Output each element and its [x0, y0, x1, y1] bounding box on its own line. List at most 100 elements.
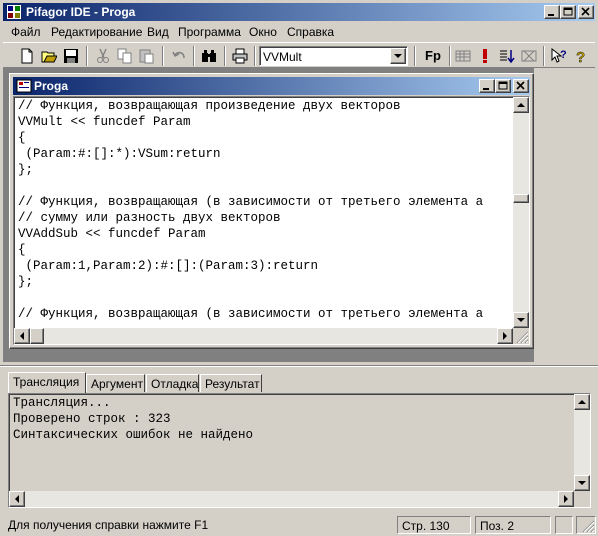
- code-line[interactable]: {: [18, 242, 512, 258]
- menu-window[interactable]: Окно: [249, 25, 277, 39]
- paste-button[interactable]: [136, 46, 158, 66]
- output-horizontal-scrollbar[interactable]: [9, 491, 574, 507]
- size-grip[interactable]: [513, 328, 529, 344]
- function-select[interactable]: VVMult: [259, 46, 408, 66]
- code-line[interactable]: (Param:1,Param:2):#:[]:(Param:3):return: [18, 258, 512, 274]
- output-scroll-left-button[interactable]: [9, 491, 25, 507]
- maximize-icon: [498, 81, 508, 90]
- arrow-right-icon: [564, 495, 568, 503]
- code-line[interactable]: (Param:#:[]:*):VSum:return: [18, 146, 512, 162]
- stop-grid-button[interactable]: [518, 46, 540, 66]
- code-line[interactable]: [18, 290, 512, 306]
- cut-icon: [97, 48, 109, 63]
- minimize-button[interactable]: [544, 5, 560, 19]
- cut-button[interactable]: [92, 46, 114, 66]
- new-file-icon: [21, 48, 33, 64]
- code-editor[interactable]: // Функция, возвращающая произведение дв…: [13, 96, 530, 345]
- save-button[interactable]: [60, 46, 82, 66]
- close-button[interactable]: [578, 5, 594, 19]
- maximize-button[interactable]: [560, 5, 576, 19]
- arrow-left-icon: [20, 332, 24, 340]
- editor-maximize-button[interactable]: [495, 79, 511, 93]
- status-line: Стр. 130: [397, 516, 471, 534]
- code-line[interactable]: // Функция, возвращающая (в зависимости …: [18, 194, 512, 210]
- output-vertical-scrollbar[interactable]: [574, 394, 590, 491]
- editor-title: Proga: [34, 79, 69, 93]
- sort-down-icon: [500, 50, 515, 64]
- function-select-value: VVMult: [263, 50, 302, 64]
- sort-down-button[interactable]: [496, 46, 518, 66]
- minimize-icon: [483, 88, 489, 90]
- status-size-grip[interactable]: [576, 516, 596, 534]
- output-panel[interactable]: Трансляция... Проверено строк : 323 Синтак…: [8, 393, 591, 508]
- new-file-button[interactable]: [16, 46, 38, 66]
- code-line[interactable]: // сумму или разность двух векторов: [18, 210, 512, 226]
- code-line[interactable]: };: [18, 162, 512, 178]
- editor-scroll-left-button[interactable]: [14, 328, 30, 344]
- print-button[interactable]: [229, 46, 251, 66]
- status-position: Поз. 2: [475, 516, 551, 534]
- output-scroll-up-button[interactable]: [574, 394, 590, 410]
- editor-horizontal-scrollbar[interactable]: [14, 328, 513, 344]
- maximize-icon: [563, 7, 573, 16]
- editor-scroll-up-button[interactable]: [513, 97, 529, 113]
- fp-button[interactable]: Fp: [421, 46, 445, 66]
- menu-file[interactable]: Файл: [11, 25, 41, 39]
- editor-scroll-thumb[interactable]: [513, 194, 529, 203]
- editor-window: Proga // Функция, возвращающая произведе…: [9, 73, 534, 349]
- app-icon: [7, 5, 21, 19]
- splitter[interactable]: [0, 365, 598, 367]
- editor-close-button[interactable]: [513, 79, 529, 93]
- function-select-dropdown-button[interactable]: [390, 48, 406, 64]
- window-titlebar[interactable]: Pifagor IDE - Proga: [3, 3, 595, 21]
- code-line[interactable]: };: [18, 274, 512, 290]
- window-title: Pifagor IDE - Proga: [26, 5, 136, 19]
- status-help-text: Для получения справки нажмите F1: [8, 518, 209, 532]
- tab-argument[interactable]: Аргумент: [86, 374, 145, 392]
- menu-help[interactable]: Справка: [287, 25, 334, 39]
- undo-button[interactable]: [168, 46, 190, 66]
- exclamation-button[interactable]: [474, 46, 496, 66]
- find-button[interactable]: [198, 46, 220, 66]
- grid-icon: [455, 50, 471, 62]
- tab-translation[interactable]: Трансляция: [8, 372, 86, 393]
- editor-hscroll-thumb[interactable]: [30, 328, 44, 344]
- binoculars-icon: [202, 50, 216, 62]
- code-line[interactable]: {: [18, 130, 512, 146]
- menu-program[interactable]: Программа: [178, 25, 241, 39]
- code-line[interactable]: // Функция, возвращающая произведение дв…: [18, 98, 512, 114]
- help-button[interactable]: ?: [570, 46, 592, 66]
- menu-edit[interactable]: Редактирование: [51, 25, 142, 39]
- editor-minimize-button[interactable]: [479, 79, 495, 93]
- context-help-button[interactable]: ?: [548, 46, 570, 66]
- editor-vertical-scrollbar[interactable]: [513, 97, 529, 328]
- code-line[interactable]: // Функция, возвращающая (в зависимости …: [18, 306, 512, 322]
- code-line[interactable]: VVMult << funcdef Param: [18, 114, 512, 130]
- close-icon: [581, 7, 590, 16]
- grid-button[interactable]: [452, 46, 474, 66]
- toolbar: VVMult Fp ? ?: [3, 42, 595, 68]
- code-text[interactable]: // Функция, возвращающая произведение дв…: [18, 98, 512, 328]
- output-scroll-down-button[interactable]: [574, 475, 590, 491]
- arrow-down-icon: [517, 318, 525, 322]
- paste-icon: [139, 49, 154, 64]
- resize-grip-icon: [582, 520, 595, 533]
- code-line[interactable]: VVAddSub << funcdef Param: [18, 226, 512, 242]
- editor-scroll-right-button[interactable]: [497, 328, 513, 344]
- editor-titlebar[interactable]: Proga: [13, 77, 530, 95]
- stop-grid-icon: [521, 50, 537, 62]
- close-icon: [516, 81, 525, 90]
- editor-scroll-down-button[interactable]: [513, 312, 529, 328]
- open-folder-icon: [41, 51, 57, 63]
- help-cursor-icon: ?: [551, 48, 567, 63]
- tab-result[interactable]: Результат: [200, 374, 262, 392]
- menu-view[interactable]: Вид: [147, 25, 169, 39]
- menu-bar: Файл Редактирование Вид Программа Окно С…: [3, 22, 595, 41]
- mdi-side-panel: [534, 68, 595, 362]
- output-scroll-right-button[interactable]: [558, 491, 574, 507]
- open-button[interactable]: [38, 46, 60, 66]
- output-line: Трансляция...: [13, 396, 111, 410]
- code-line[interactable]: [18, 178, 512, 194]
- copy-button[interactable]: [114, 46, 136, 66]
- tab-debug[interactable]: Отладка: [146, 374, 199, 392]
